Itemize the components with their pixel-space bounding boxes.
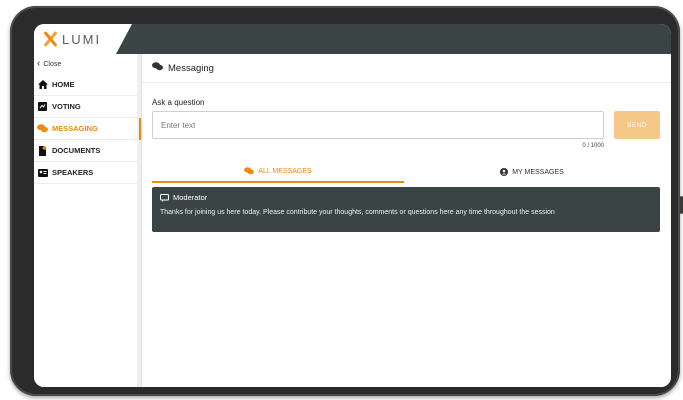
lumi-x-icon [42, 31, 58, 47]
sidebar-item-messaging[interactable]: MESSAGING [34, 118, 141, 140]
character-counter: 0 / 1000 [582, 143, 604, 149]
send-button[interactable]: SEND [614, 111, 660, 139]
logo-tab-shape [116, 24, 132, 54]
sidebar-item-label: DOCUMENTS [52, 146, 101, 155]
sidebar-item-documents[interactable]: DOCUMENTS [34, 140, 137, 162]
document-icon [37, 145, 48, 156]
sidebar-item-label: MESSAGING [52, 124, 98, 133]
chat-icon [244, 167, 255, 175]
moderator-icon [160, 193, 169, 202]
chevron-left-icon: ‹ [37, 58, 41, 69]
close-button[interactable]: ‹ Close [34, 54, 137, 74]
sidebar-item-label: SPEAKERS [52, 168, 94, 177]
page-header: Messaging [142, 54, 671, 83]
close-label: Close [43, 60, 62, 68]
author-name: Moderator [173, 193, 208, 202]
sidebar: ‹ Close HOME VOTING MESSAGING DOCUMENTS … [34, 54, 141, 387]
logo-text: LUMI [62, 31, 102, 47]
question-input[interactable] [152, 111, 604, 139]
sidebar-item-label: VOTING [52, 102, 81, 111]
sidebar-item-home[interactable]: HOME [34, 74, 137, 96]
sidebar-item-label: HOME [52, 80, 75, 89]
user-circle-icon [500, 168, 509, 176]
app-screen: LUMI ‹ Close HOME VOTING MESSAGING DOCUM… [34, 24, 671, 387]
chat-icon [37, 124, 48, 134]
tab-label: ALL MESSAGES [258, 167, 312, 175]
voting-icon [37, 102, 48, 112]
tablet-frame: LUMI ‹ Close HOME VOTING MESSAGING DOCUM… [10, 6, 683, 396]
message-tabs: ALL MESSAGES MY MESSAGES [152, 161, 660, 183]
main-panel: Messaging Ask a question 0 / 1000 SEND A… [141, 54, 671, 387]
tab-all-messages[interactable]: ALL MESSAGES [152, 161, 404, 183]
top-bar: LUMI [34, 24, 671, 54]
sidebar-item-speakers[interactable]: SPEAKERS [34, 162, 137, 184]
speakers-icon [37, 168, 48, 178]
lumi-logo: LUMI [34, 24, 116, 54]
message-card: Moderator Thanks for joining us here tod… [152, 187, 660, 232]
sidebar-item-voting[interactable]: VOTING [34, 96, 137, 118]
tab-label: MY MESSAGES [512, 168, 564, 176]
message-author: Moderator [160, 193, 652, 202]
message-text: Thanks for joining us here today. Please… [160, 209, 555, 216]
tab-my-messages[interactable]: MY MESSAGES [404, 161, 660, 183]
chat-icon [152, 62, 163, 74]
page-title: Messaging [168, 62, 214, 74]
ask-question-label: Ask a question [152, 98, 205, 107]
home-icon [37, 80, 48, 90]
